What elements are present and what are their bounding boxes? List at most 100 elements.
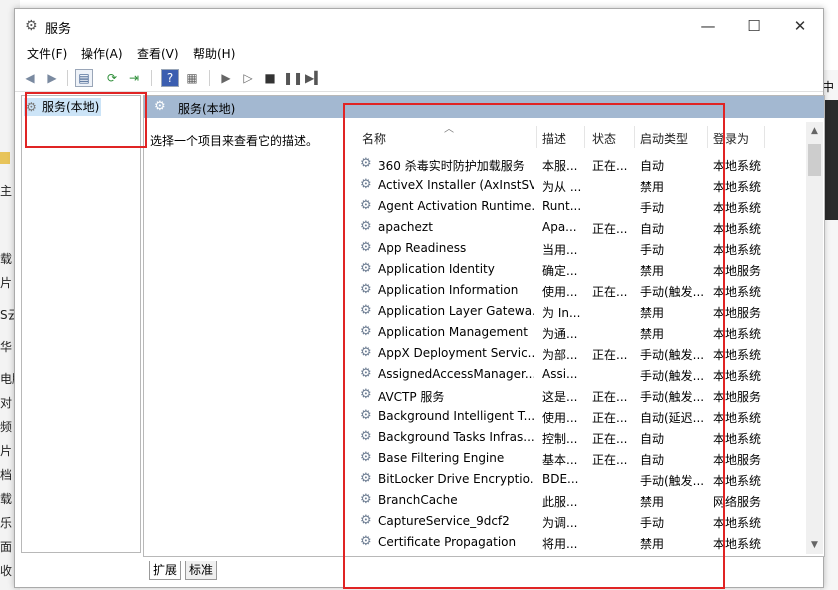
scroll-up-icon[interactable]: ▲ <box>806 124 823 138</box>
service-row[interactable]: ⚙ Application Layer Gatewa... 为 In... 禁用 本地服… <box>352 301 807 322</box>
start-service-icon[interactable]: ▶ <box>217 69 235 87</box>
restart-service-icon[interactable]: ▶▍ <box>305 69 323 87</box>
gear-icon: ⚙ <box>154 99 166 114</box>
tree-node-services-local[interactable]: ⚙ 服务(本地) <box>24 98 102 116</box>
gear-icon: ⚙ <box>25 18 38 34</box>
bg-fragment: 主 <box>0 184 13 198</box>
service-row[interactable]: ⚙ ActiveX Installer (AxInstSV) 为从 ... 禁用 本地系… <box>352 175 807 196</box>
service-description: 本服... <box>542 159 578 173</box>
service-name: AssignedAccessManager... <box>378 367 534 381</box>
service-name: Application Management <box>378 325 528 339</box>
bg-fragment: 片 <box>0 444 13 458</box>
service-description: 这是... <box>542 390 578 404</box>
service-startup-type: 手动(触发... <box>640 285 705 299</box>
service-row[interactable]: ⚙ Application Identity 确定... 禁用 本地服务 <box>352 259 807 280</box>
export-list-icon[interactable]: ⇥ <box>125 69 143 87</box>
menu-help[interactable]: 帮助(H) <box>193 45 235 62</box>
pane-header-label: 服务(本地) <box>178 102 236 116</box>
column-header-description[interactable]: 描述 <box>542 130 566 147</box>
tab-standard[interactable]: 标准 <box>185 561 218 580</box>
service-description: Runt... <box>542 199 582 213</box>
forward-icon[interactable]: ▶ <box>43 69 61 87</box>
bg-fragment: 乐 <box>0 516 13 530</box>
service-row[interactable]: ⚙ Base Filtering Engine 基本... 正在... 自动 本地服务 <box>352 448 807 469</box>
tab-extended[interactable]: 扩展 <box>149 561 182 580</box>
menu-view[interactable]: 查看(V) <box>137 45 179 62</box>
column-header-logon-as[interactable]: 登录为 <box>713 130 749 147</box>
service-row[interactable]: ⚙ CaptureService_9dcf2 为调... 手动 本地系统 <box>352 511 807 532</box>
service-gear-icon: ⚙ <box>360 408 372 423</box>
services-window: ⚙ 服务 — ☐ ✕ 文件(F) 操作(A) 查看(V) 帮助(H) ◀ ▶ ▤… <box>14 8 825 588</box>
service-row[interactable]: ⚙ Background Intelligent T... 使用... 正在... 自动… <box>352 406 807 427</box>
scroll-down-icon[interactable]: ▼ <box>806 538 823 552</box>
column-divider[interactable] <box>536 126 537 148</box>
service-name: ActiveX Installer (AxInstSV) <box>378 178 534 192</box>
column-header-status[interactable]: 状态 <box>592 130 616 147</box>
service-row[interactable]: ⚙ Application Information 使用... 正在... 手动(触发.… <box>352 280 807 301</box>
pause-service-icon[interactable]: ❚❚ <box>283 69 303 87</box>
service-status: 正在... <box>592 285 628 299</box>
column-divider[interactable] <box>584 126 585 148</box>
service-row[interactable]: ⚙ Application Management 为通... 禁用 本地系统 <box>352 322 807 343</box>
back-icon[interactable]: ◀ <box>21 69 39 87</box>
service-gear-icon: ⚙ <box>360 366 372 381</box>
close-button[interactable]: ✕ <box>777 13 823 39</box>
service-name: Background Intelligent T... <box>378 409 534 423</box>
menu-file[interactable]: 文件(F) <box>27 45 67 62</box>
service-row[interactable]: ⚙ Agent Activation Runtime... Runt... 手动 本地系… <box>352 196 807 217</box>
start-service-alt-icon[interactable]: ▷ <box>239 69 257 87</box>
service-logon-as: 本地系统 <box>713 474 762 488</box>
service-description: 当用... <box>542 243 578 257</box>
bg-fragment: 载 <box>0 492 13 506</box>
service-description: 此服... <box>542 495 578 509</box>
service-row[interactable]: ⚙ App Readiness 当用... 手动 本地系统 <box>352 238 807 259</box>
vertical-scrollbar[interactable]: ▲ ▼ <box>806 122 823 554</box>
service-row[interactable]: ⚙ 360 杀毒实时防护加载服务 本服... 正在... 自动 本地系统 <box>352 154 807 175</box>
menu-action[interactable]: 操作(A) <box>81 45 123 62</box>
column-divider[interactable] <box>634 126 635 148</box>
service-gear-icon: ⚙ <box>360 240 372 255</box>
service-gear-icon: ⚙ <box>360 198 372 213</box>
service-logon-as: 本地系统 <box>713 537 762 551</box>
service-startup-type: 手动(触发... <box>640 348 705 362</box>
services-main-pane: ⚙ 服务(本地) 选择一个项目来查看它的描述。 ︿ 名称 描述 状态 启动类型 … <box>143 95 825 557</box>
column-divider[interactable] <box>764 126 765 148</box>
service-description: 控制... <box>542 432 578 446</box>
service-description: Apa... <box>542 220 577 234</box>
service-row[interactable]: ⚙ Certificate Propagation 将用... 禁用 本地系统 <box>352 532 807 553</box>
service-row[interactable]: ⚙ AVCTP 服务 这是... 正在... 手动(触发... 本地服务 <box>352 385 807 406</box>
show-tree-icon[interactable]: ▤ <box>75 69 93 87</box>
service-rows: ⚙ 360 杀毒实时防护加载服务 本服... 正在... 自动 本地系统 ⚙ ActiveX … <box>352 154 807 554</box>
service-name: BranchCache <box>378 493 458 507</box>
service-status: 正在... <box>592 159 628 173</box>
service-logon-as: 本地系统 <box>713 222 762 236</box>
service-row[interactable]: ⚙ apachezt Apa... 正在... 自动 本地系统 <box>352 217 807 238</box>
column-header-name[interactable]: 名称 <box>362 130 386 147</box>
service-name: App Readiness <box>378 241 467 255</box>
help-icon[interactable]: ? <box>161 69 179 87</box>
service-gear-icon: ⚙ <box>360 429 372 444</box>
service-row[interactable]: ⚙Client License Service (Cli...提供...手动(触… <box>352 553 807 554</box>
service-logon-as: 本地系统 <box>713 285 762 299</box>
service-row[interactable]: ⚙ AppX Deployment Servic... 为部... 正在... 手动(触… <box>352 343 807 364</box>
service-row[interactable]: ⚙ BranchCache 此服... 禁用 网络服务 <box>352 490 807 511</box>
service-logon-as: 本地系统 <box>713 243 762 257</box>
sort-ascending-icon: ︿ <box>444 124 454 135</box>
service-startup-type: 禁用 <box>640 327 665 341</box>
service-row[interactable]: ⚙ AssignedAccessManager... Assi... 手动(触发...… <box>352 364 807 385</box>
stop-service-icon[interactable]: ■ <box>261 69 279 87</box>
column-divider[interactable] <box>707 126 708 148</box>
service-row[interactable]: ⚙ Background Tasks Infras... 控制... 正在... 自动 本… <box>352 427 807 448</box>
service-row[interactable]: ⚙ BitLocker Drive Encryptio... BDE... 手动(触发… <box>352 469 807 490</box>
maximize-button[interactable]: ☐ <box>731 13 777 39</box>
toolbar-separator <box>151 70 152 86</box>
services-list: ︿ 名称 描述 状态 启动类型 登录为 ⚙ 360 杀毒实时防护加载服务 本服...… <box>352 120 822 554</box>
properties-icon[interactable]: ▦ <box>183 69 201 87</box>
column-header-startup-type[interactable]: 启动类型 <box>640 130 688 147</box>
minimize-button[interactable]: — <box>685 13 731 39</box>
scrollbar-thumb[interactable] <box>808 144 821 176</box>
bg-fragment: 片 <box>0 276 13 290</box>
title-bar: ⚙ 服务 — ☐ ✕ <box>15 9 823 43</box>
refresh-icon[interactable]: ⟳ <box>103 69 121 87</box>
service-description: 为 In... <box>542 306 581 320</box>
